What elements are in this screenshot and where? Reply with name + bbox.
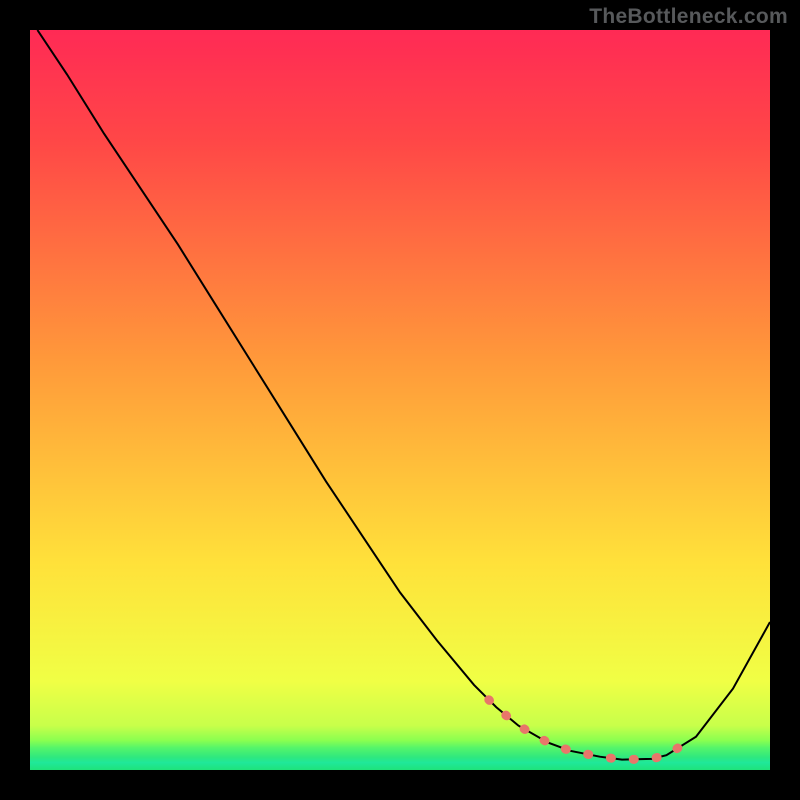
chart-line [37,30,770,760]
chart-markers [489,700,685,760]
chart-curve-svg [30,30,770,770]
watermark-text: TheBottleneck.com [589,5,788,29]
chart-plot-area [30,30,770,770]
chart-frame: TheBottleneck.com [0,0,800,800]
